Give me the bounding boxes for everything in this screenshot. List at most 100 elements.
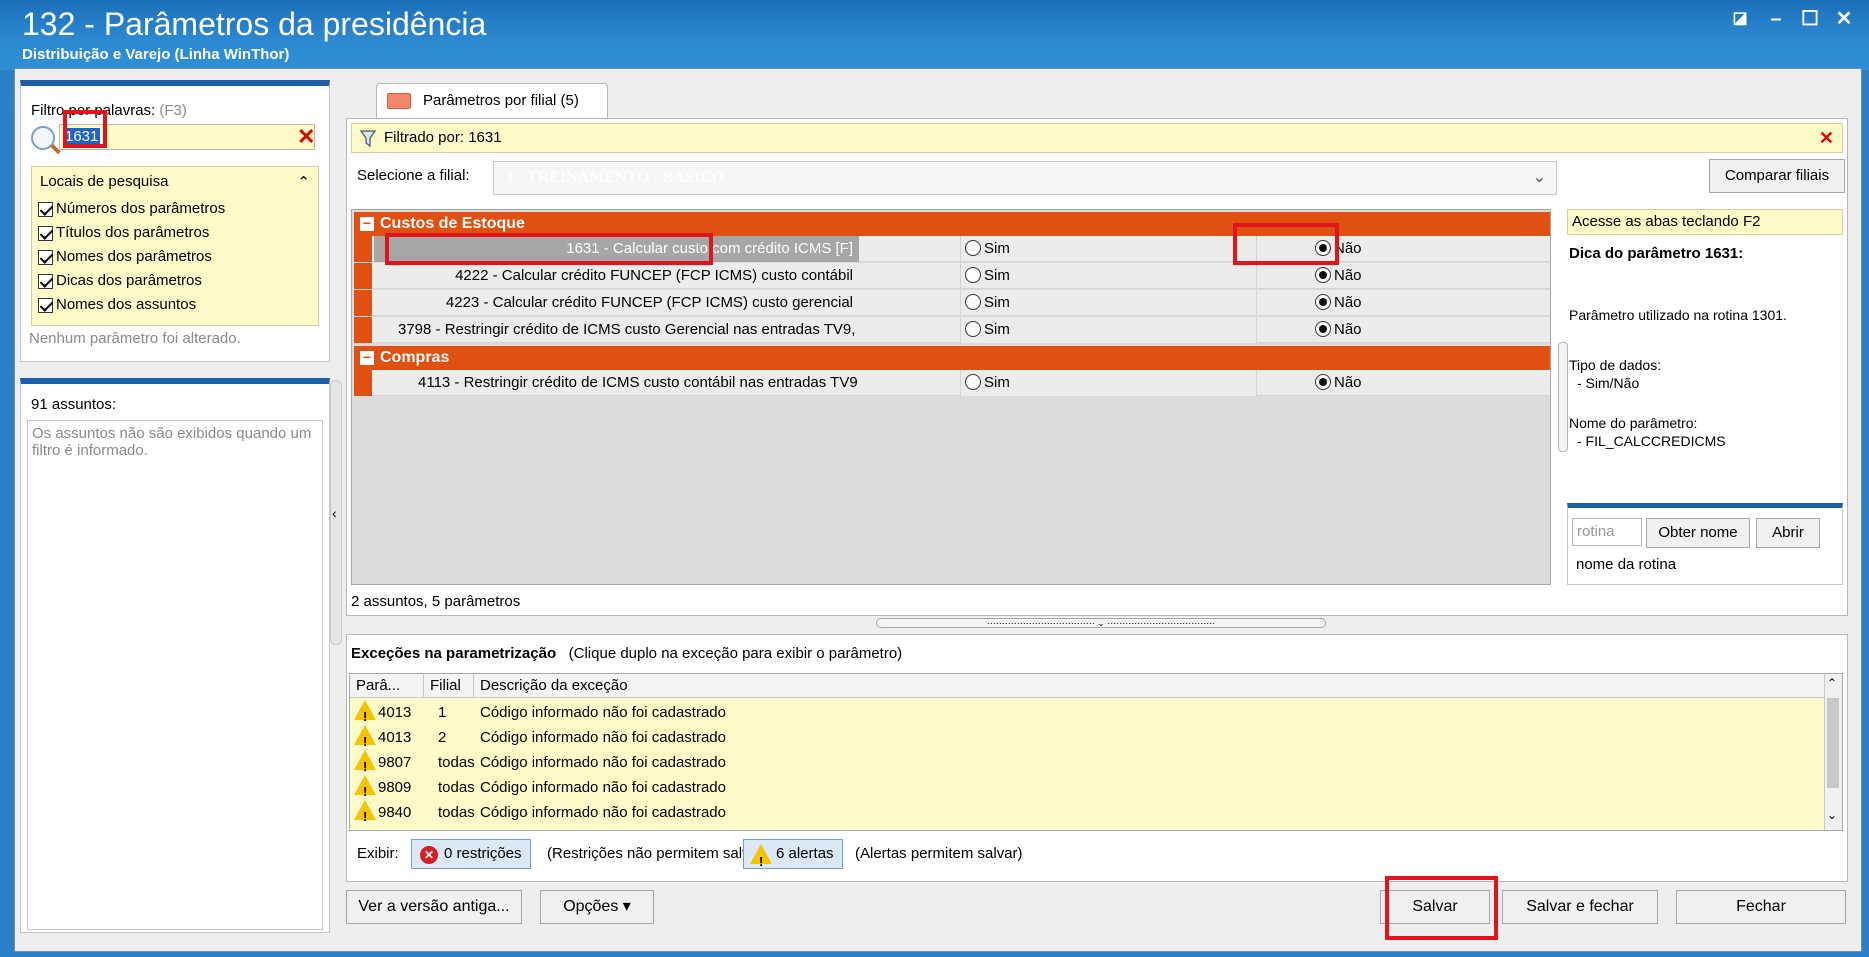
abrir-button[interactable]: Abrir: [1756, 518, 1820, 548]
rotina-box: rotina Obter nome Abrir nome da rotina: [1567, 503, 1843, 585]
warning-icon: [354, 775, 376, 804]
radio-icon[interactable]: [965, 267, 981, 283]
alertas-note: (Alertas permitem salvar): [855, 845, 1023, 862]
table-row[interactable]: 40131Código informado não foi cadastrado: [350, 700, 1826, 729]
window-subtitle: Distribuição e Varejo (Linha WinThor): [22, 46, 290, 63]
excecoes-title: Exceções na parametrização (Clique duplo…: [351, 645, 903, 662]
table-row[interactable]: 9809todasCódigo informado não foi cadast…: [350, 775, 1826, 804]
collapse-icon[interactable]: ⌃: [297, 173, 310, 191]
minimize-icon[interactable]: –: [1765, 8, 1787, 30]
checkbox-titulos[interactable]: Títulos dos parâmetros: [38, 223, 209, 243]
rotina-input[interactable]: rotina: [1572, 518, 1642, 546]
locais-title: Locais de pesquisa: [40, 173, 169, 190]
checkbox-icon[interactable]: [38, 297, 53, 313]
dica-nome-label: Nome do parâmetro:: [1569, 415, 1698, 431]
radio-icon[interactable]: [965, 321, 981, 337]
locais-pesquisa: Locais de pesquisa ⌃ Números dos parâmet…: [31, 166, 319, 326]
alertas-toggle[interactable]: 6 alertas: [743, 839, 843, 876]
param-row-4223[interactable]: 4223 - Calcular crédito FUNCEP (FCP ICMS…: [354, 290, 1550, 316]
salvar-fechar-button[interactable]: Salvar e fechar: [1502, 890, 1658, 924]
obter-nome-button[interactable]: Obter nome: [1646, 518, 1750, 548]
highlight-salvar: [1385, 876, 1498, 940]
tab-parametros-filial[interactable]: Parâmetros por filial (5): [376, 83, 608, 119]
chevron-down-icon[interactable]: ⌄: [1827, 808, 1837, 822]
dica-nome-value: - FIL_CALCCREDICMS: [1577, 433, 1726, 449]
col-filial[interactable]: Filial: [424, 674, 474, 698]
dica-collapse-handle[interactable]: [1558, 342, 1568, 452]
excecoes-panel: Exceções na parametrização (Clique duplo…: [346, 634, 1848, 882]
col-param[interactable]: Parâ...: [350, 674, 424, 698]
highlight-search: [63, 110, 107, 148]
checkbox-icon[interactable]: [38, 273, 53, 289]
clear-filter-icon[interactable]: ✕: [1819, 124, 1834, 152]
fechar-button[interactable]: Fechar: [1676, 890, 1846, 924]
dica-tipo-value: - Sim/Não: [1577, 375, 1640, 391]
parametros-panel: Filtrado por: 1631 ✕ Selecione a filial:…: [346, 118, 1848, 616]
radio-icon[interactable]: [1315, 321, 1331, 337]
group-header[interactable]: − Compras: [354, 346, 1550, 370]
scrollbar[interactable]: ⌃ ⌄: [1824, 674, 1842, 830]
warning-icon: [354, 750, 376, 779]
checkbox-icon[interactable]: [38, 201, 53, 217]
radio-sim[interactable]: Sim: [960, 263, 1256, 289]
radio-sim[interactable]: Sim: [960, 317, 1256, 343]
checkbox-icon[interactable]: [38, 249, 53, 265]
radio-icon[interactable]: [965, 294, 981, 310]
checkbox-numeros[interactable]: Números dos parâmetros: [38, 199, 225, 219]
chevron-up-icon[interactable]: ⌃: [1827, 676, 1837, 690]
exibir-label: Exibir:: [357, 845, 399, 862]
clear-search-icon[interactable]: ✕: [297, 125, 315, 149]
table-row[interactable]: 40132Código informado não foi cadastrado: [350, 725, 1826, 754]
radio-nao[interactable]: Não: [1256, 263, 1550, 289]
param-label: 4113 - Restringir crédito de ICMS custo …: [418, 374, 859, 391]
radio-sim[interactable]: Sim: [960, 290, 1256, 316]
collapse-group-icon[interactable]: −: [360, 350, 374, 365]
warning-icon: [354, 700, 376, 729]
warning-icon: [354, 725, 376, 754]
dica-tipo-label: Tipo de dados:: [1569, 357, 1662, 373]
param-row-4222[interactable]: 4222 - Calcular crédito FUNCEP (FCP ICMS…: [354, 263, 1550, 289]
maximize-icon[interactable]: ☐: [1799, 8, 1821, 30]
radio-sim[interactable]: Sim: [960, 236, 1256, 262]
table-row[interactable]: 9840todasCódigo informado não foi cadast…: [350, 800, 1826, 829]
param-row-3798[interactable]: 3798 - Restringir crédito de ICMS custo …: [354, 317, 1550, 343]
checkbox-nomes-parametros[interactable]: Nomes dos parâmetros: [38, 247, 212, 267]
panel-divider[interactable]: ⋯⋯⋯⋯⋯⋯⋯⋯⋯⋯⋯⋯ ⌄ ⋯⋯⋯⋯⋯⋯⋯⋯⋯⋯⋯⋯: [876, 618, 1326, 628]
folder-icon: [387, 93, 411, 109]
radio-icon[interactable]: [965, 374, 981, 390]
funnel-icon: [360, 130, 376, 148]
radio-sim[interactable]: Sim: [960, 370, 1256, 396]
checkbox-nomes-assuntos[interactable]: Nomes dos assuntos: [38, 295, 196, 315]
radio-icon[interactable]: [1315, 294, 1331, 310]
chevron-left-icon[interactable]: ‹: [332, 505, 337, 521]
radio-icon[interactable]: [965, 240, 981, 256]
window-title: 132 - Parâmetros da presidência: [22, 6, 487, 42]
grid-status: 2 assuntos, 5 parâmetros: [351, 593, 521, 610]
filial-select[interactable]: 1 - TREINAMENTO - BASICO ⌄: [493, 161, 1557, 195]
radio-nao[interactable]: Não: [1256, 317, 1550, 343]
assuntos-pane: 91 assuntos: Os assuntos não são exibido…: [20, 378, 330, 933]
checkbox-dicas[interactable]: Dicas dos parâmetros: [38, 271, 202, 291]
radio-nao[interactable]: Não: [1256, 290, 1550, 316]
close-icon[interactable]: ✕: [1833, 8, 1855, 30]
col-descricao[interactable]: Descrição da exceção: [474, 674, 1826, 698]
dica-line: Parâmetro utilizado na rotina 1301.: [1569, 307, 1787, 323]
collapse-group-icon[interactable]: −: [360, 216, 374, 231]
table-row[interactable]: 9807todasCódigo informado não foi cadast…: [350, 750, 1826, 779]
param-row-4113[interactable]: 4113 - Restringir crédito de ICMS custo …: [354, 370, 1550, 396]
radio-icon[interactable]: [1315, 267, 1331, 283]
versao-antiga-button[interactable]: Ver a versão antiga...: [346, 890, 522, 924]
checkbox-icon[interactable]: [38, 225, 53, 241]
restore-icon[interactable]: ◪: [1729, 8, 1751, 30]
restricoes-toggle[interactable]: ✕ 0 restrições: [411, 839, 531, 869]
radio-icon[interactable]: [1315, 374, 1331, 390]
filter-bar: Filtrado por: 1631 ✕: [351, 123, 1843, 153]
scroll-thumb[interactable]: [1827, 698, 1839, 788]
opcoes-button[interactable]: Opções ▾: [540, 890, 654, 924]
comparar-filiais-button[interactable]: Comparar filiais: [1709, 159, 1845, 193]
chevron-down-icon[interactable]: ⌄: [1533, 162, 1546, 194]
radio-nao[interactable]: Não: [1256, 370, 1550, 396]
assuntos-count: 91 assuntos:: [31, 396, 117, 413]
assuntos-list[interactable]: Os assuntos não são exibidos quando um f…: [27, 420, 323, 930]
dica-tip: Acesse as abas teclando F2: [1567, 209, 1843, 235]
